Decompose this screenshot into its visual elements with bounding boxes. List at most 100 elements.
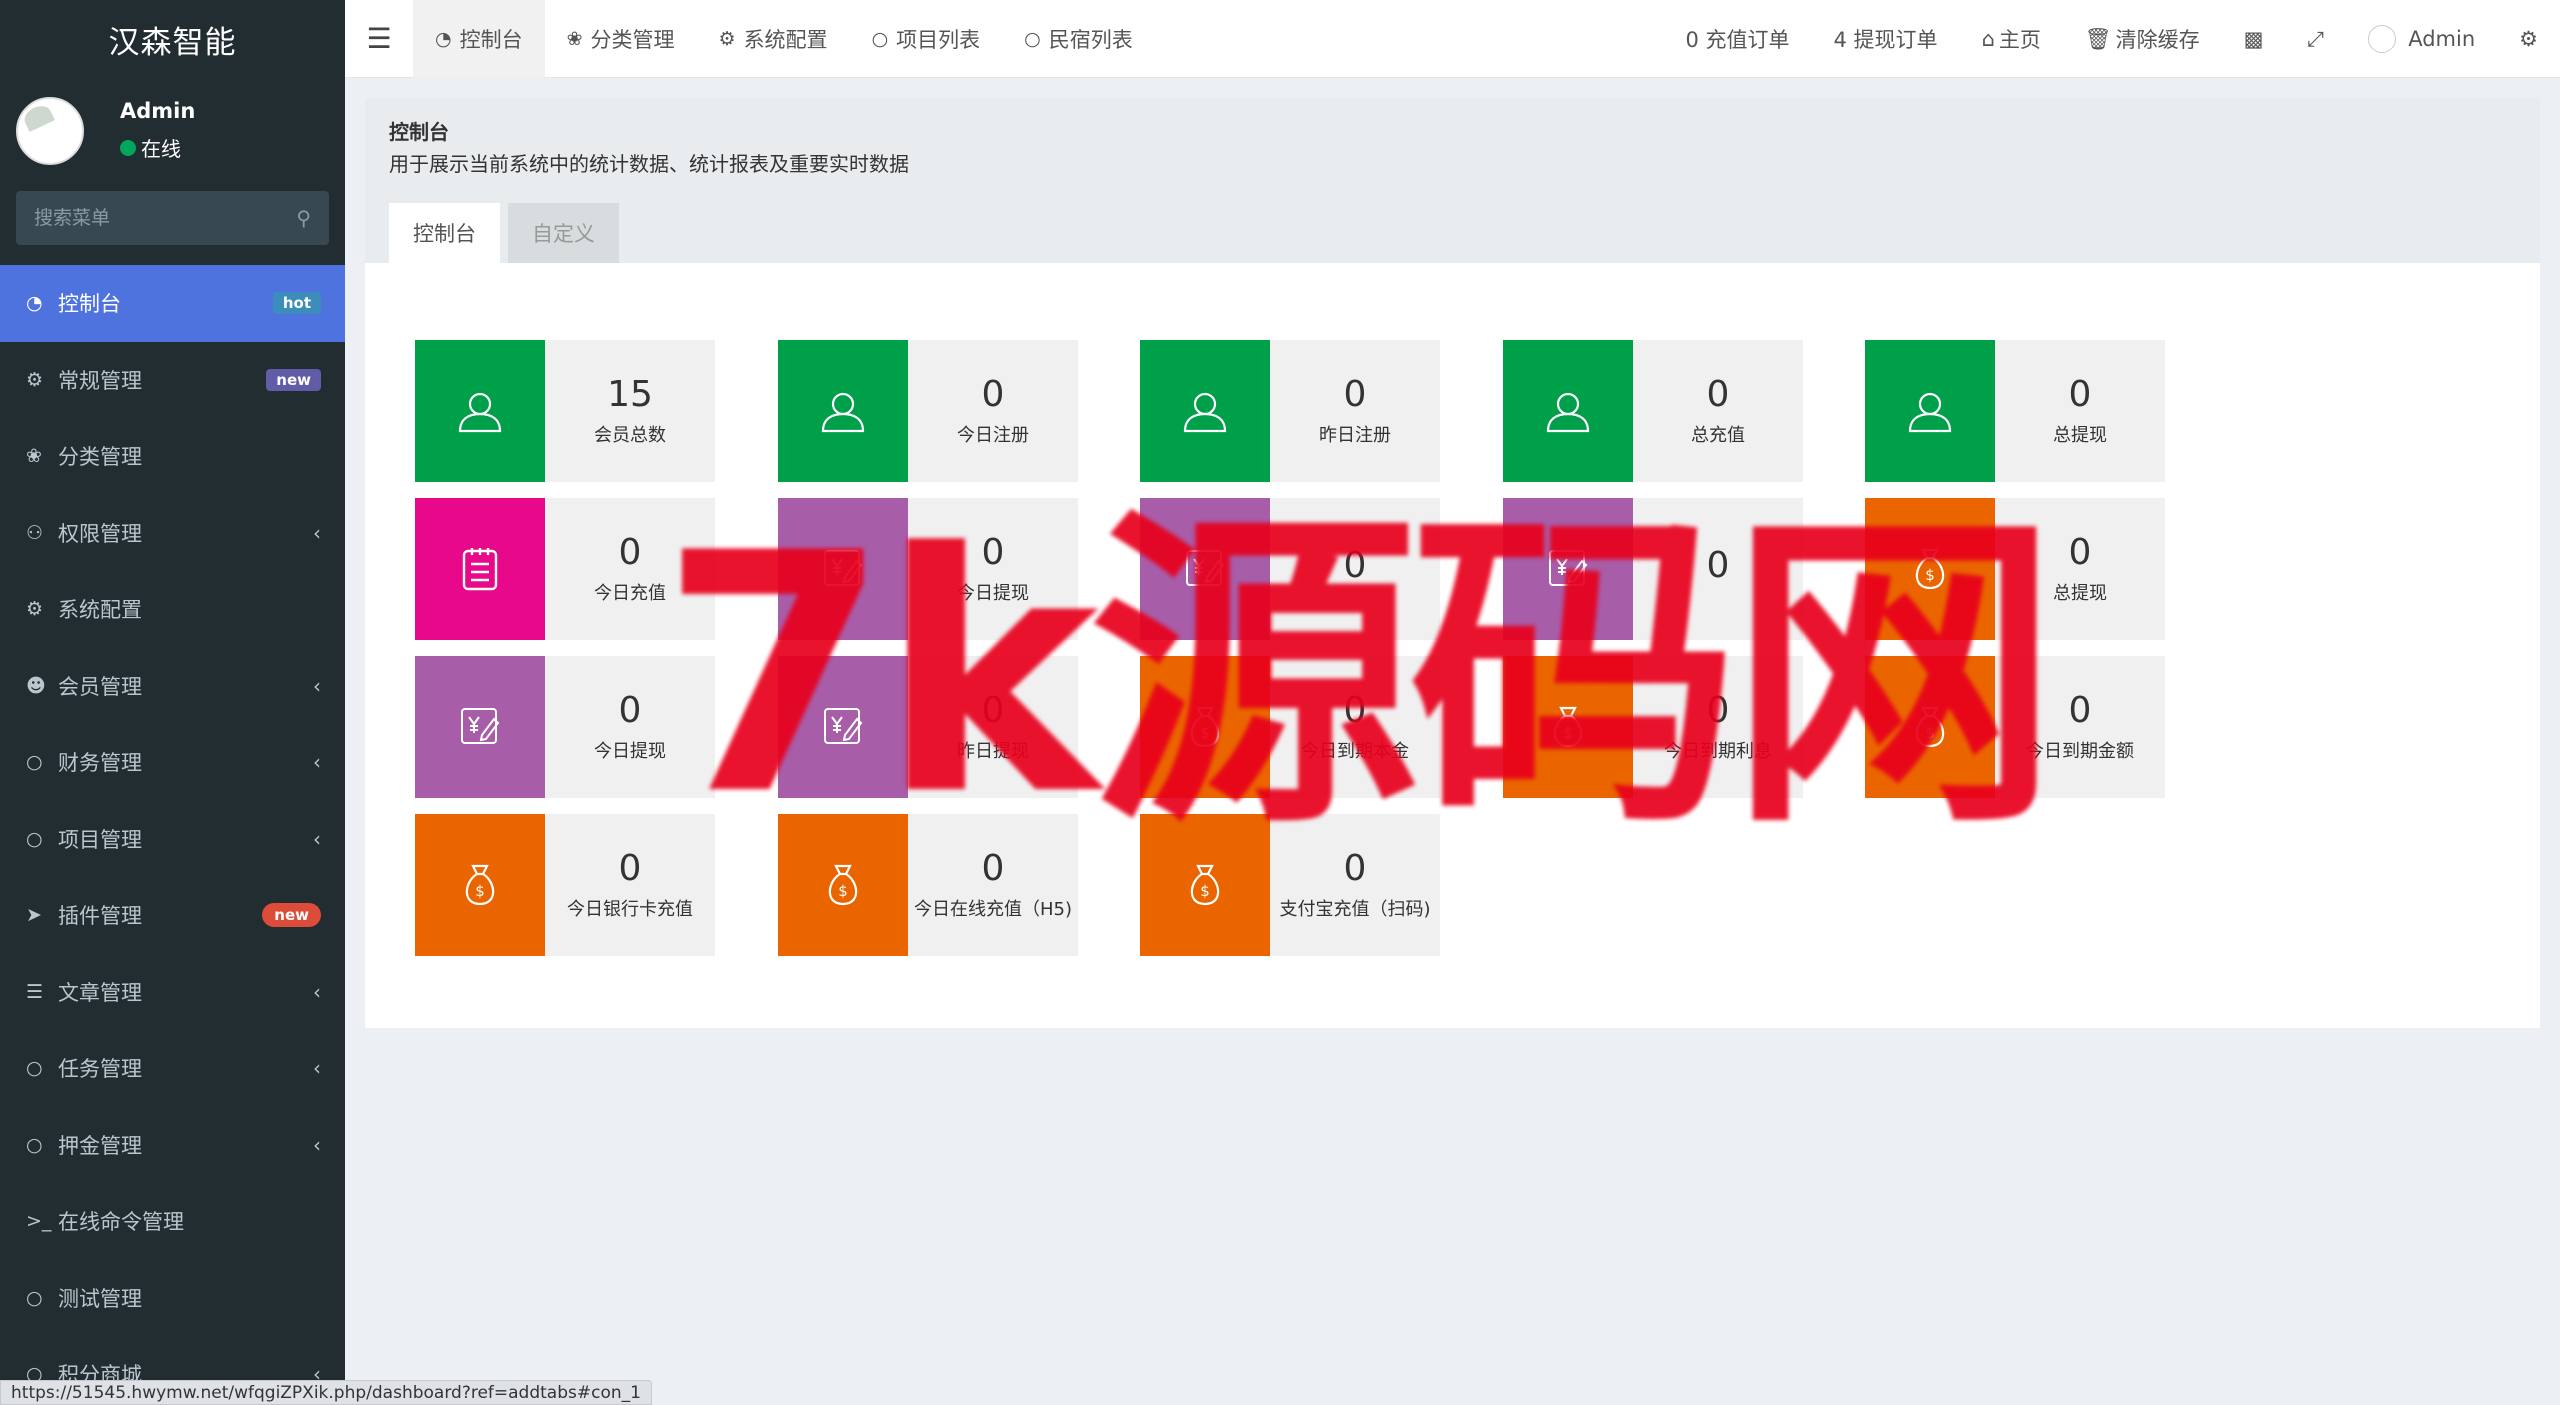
stat-label: 今日银行卡充值 — [567, 898, 693, 920]
stat-label: 今日到期金额 — [2026, 740, 2134, 762]
terminal-icon: >_ — [26, 1210, 52, 1233]
tab-homestay-list[interactable]: ○ 民宿列表 — [1002, 0, 1155, 78]
circle-icon: ○ — [871, 27, 889, 50]
stat-card: $0 今日银行卡充值 — [415, 814, 715, 956]
stat-card: 0 总提现 — [1865, 340, 2165, 482]
hamburger-icon: ☰ — [366, 22, 392, 55]
chevron-left-icon: ‹ — [313, 1132, 321, 1157]
sidebar-item-test[interactable]: ○ 测试管理 — [0, 1260, 345, 1337]
sidebar-item-category[interactable]: ❀ 分类管理 — [0, 418, 345, 495]
circle-icon: ○ — [26, 1286, 43, 1309]
avatar — [2368, 25, 2397, 53]
tab-project-list[interactable]: ○ 项目列表 — [850, 0, 1003, 78]
stat-value: 0 — [618, 690, 642, 732]
money-bag-icon: $ — [1865, 498, 1995, 640]
sidebar-item-project[interactable]: ○ 项目管理 ‹ — [0, 801, 345, 878]
clear-cache-button[interactable]: 🗑 清除缓存 — [2063, 0, 2222, 78]
top-navbar: ☰ ◔ 控制台 ❀ 分类管理 ⚙ 系统配置 ○ 项目列表 ○ 民宿列表 0 充值订单 4 … — [345, 0, 2560, 78]
online-dot-icon — [120, 139, 136, 156]
user-status: 在线 — [120, 133, 195, 162]
stat-card: 0 昨日注册 — [1140, 340, 1440, 482]
tab-custom-view[interactable]: 自定义 — [508, 203, 619, 263]
gear-icon: ⚙ — [718, 27, 736, 50]
search-icon[interactable]: ⚲ — [296, 206, 311, 230]
home-link[interactable]: ⌂ 主页 — [1960, 0, 2063, 78]
sidebar-item-label: 押金管理 — [58, 1133, 142, 1158]
stat-label: 昨日提现 — [957, 740, 1029, 762]
chevron-left-icon: ‹ — [313, 520, 321, 545]
svg-text:$: $ — [1200, 882, 1210, 900]
user-name: Admin — [120, 99, 196, 123]
user-status-label: 在线 — [141, 137, 181, 161]
tab-config[interactable]: ⚙ 系统配置 — [697, 0, 850, 78]
money-bag-icon: $ — [1140, 656, 1270, 798]
circle-icon: ○ — [26, 751, 43, 774]
stats-panel: 15 会员总数 0 今日注册 0 昨日注册 0 总充值 0 总提现 0 今日充值 0 今日提现 0 0 $0 总提… — [365, 263, 2540, 1028]
stat-label: 总充值 — [1691, 424, 1745, 446]
stat-info: 0 今日银行卡充值 — [545, 814, 715, 956]
money-bag-icon: $ — [1503, 656, 1633, 798]
dashboard-icon: ◔ — [26, 292, 43, 315]
stat-info: 0 总提现 — [1995, 340, 2165, 482]
chevron-left-icon: ‹ — [313, 750, 321, 775]
tab-label: 分类管理 — [590, 27, 675, 52]
sidebar-item-label: 任务管理 — [58, 1057, 142, 1082]
recharge-orders-link[interactable]: 0 充值订单 — [1663, 0, 1811, 78]
content-tabs: 控制台 自定义 — [389, 203, 619, 263]
content-header: 控制台 用于展示当前系统中的统计数据、统计报表及重要实时数据 控制台 自定义 — [365, 98, 2540, 263]
brand-logo[interactable]: 汉森智能 — [0, 0, 345, 78]
sidebar-item-config[interactable]: ⚙ 系统配置 — [0, 571, 345, 648]
sidebar-item-label: 项目管理 — [58, 827, 142, 852]
stat-label: 今日注册 — [957, 424, 1029, 446]
admin-menu[interactable]: Admin — [2346, 0, 2497, 78]
sidebar-toggle-button[interactable]: ☰ — [345, 0, 413, 78]
stat-info: 0 今日提现 — [545, 656, 715, 798]
sidebar-item-dashboard[interactable]: ◔ 控制台 hot — [0, 265, 345, 342]
user-icon — [415, 340, 545, 482]
chevron-left-icon: ‹ — [313, 1056, 321, 1081]
stat-info: 0 今日充值 — [545, 498, 715, 640]
menu-search-input[interactable] — [34, 207, 297, 229]
money-bag-icon: $ — [1865, 656, 1995, 798]
sidebar-item-command[interactable]: >_ 在线命令管理 — [0, 1183, 345, 1260]
stat-value: 0 — [1706, 690, 1730, 732]
sidebar-item-plugin[interactable]: ➤ 插件管理 new — [0, 877, 345, 954]
stat-value: 0 — [1343, 374, 1367, 416]
fullscreen-button[interactable]: ⤢ — [2285, 0, 2346, 78]
withdraw-orders-link[interactable]: 4 提现订单 — [1812, 0, 1960, 78]
sidebar-item-general[interactable]: ⚙ 常规管理 new — [0, 342, 345, 419]
circle-icon: ○ — [1024, 27, 1041, 50]
stat-value: 0 — [2068, 532, 2092, 574]
page-title: 控制台 — [389, 120, 449, 144]
chevron-left-icon: ‹ — [313, 826, 321, 851]
avatar[interactable] — [16, 96, 84, 165]
stat-value: 0 — [2068, 690, 2092, 732]
stat-card: 0 总充值 — [1503, 340, 1803, 482]
sidebar-item-auth[interactable]: ⚇ 权限管理 ‹ — [0, 495, 345, 572]
tab-dashboard[interactable]: ◔ 控制台 — [413, 0, 545, 78]
tab-category[interactable]: ❀ 分类管理 — [545, 0, 697, 78]
stat-value: 0 — [981, 690, 1005, 732]
settings-button[interactable]: ⚙ — [2497, 0, 2560, 78]
sidebar-item-label: 会员管理 — [58, 674, 142, 699]
stat-label: 昨日注册 — [1319, 424, 1391, 446]
stat-info: 15 会员总数 — [545, 340, 715, 482]
sidebar-item-deposit[interactable]: ○ 押金管理 ‹ — [0, 1107, 345, 1184]
stat-card: 0 — [1140, 498, 1440, 640]
stat-info: 0 今日提现 — [908, 498, 1078, 640]
chevron-left-icon: ‹ — [313, 673, 321, 698]
sidebar-item-task[interactable]: ○ 任务管理 ‹ — [0, 1030, 345, 1107]
stat-card: 0 今日注册 — [778, 340, 1078, 482]
sidebar-item-article[interactable]: ☰ 文章管理 ‹ — [0, 954, 345, 1031]
stat-card: $0 总提现 — [1865, 498, 2165, 640]
sidebar-item-finance[interactable]: ○ 财务管理 ‹ — [0, 724, 345, 801]
sidebar-item-member[interactable]: ☻ 会员管理 ‹ — [0, 648, 345, 725]
stat-info: 0 今日在线充值（H5) — [908, 814, 1078, 956]
tab-dashboard-view[interactable]: 控制台 — [389, 203, 500, 263]
stat-value: 0 — [1706, 545, 1730, 587]
language-button[interactable]: ▩ — [2222, 0, 2286, 78]
stat-card: 0 今日提现 — [778, 498, 1078, 640]
new-badge: new — [266, 368, 321, 391]
circle-icon: ○ — [26, 1133, 43, 1156]
stat-info: 0 总充值 — [1633, 340, 1803, 482]
